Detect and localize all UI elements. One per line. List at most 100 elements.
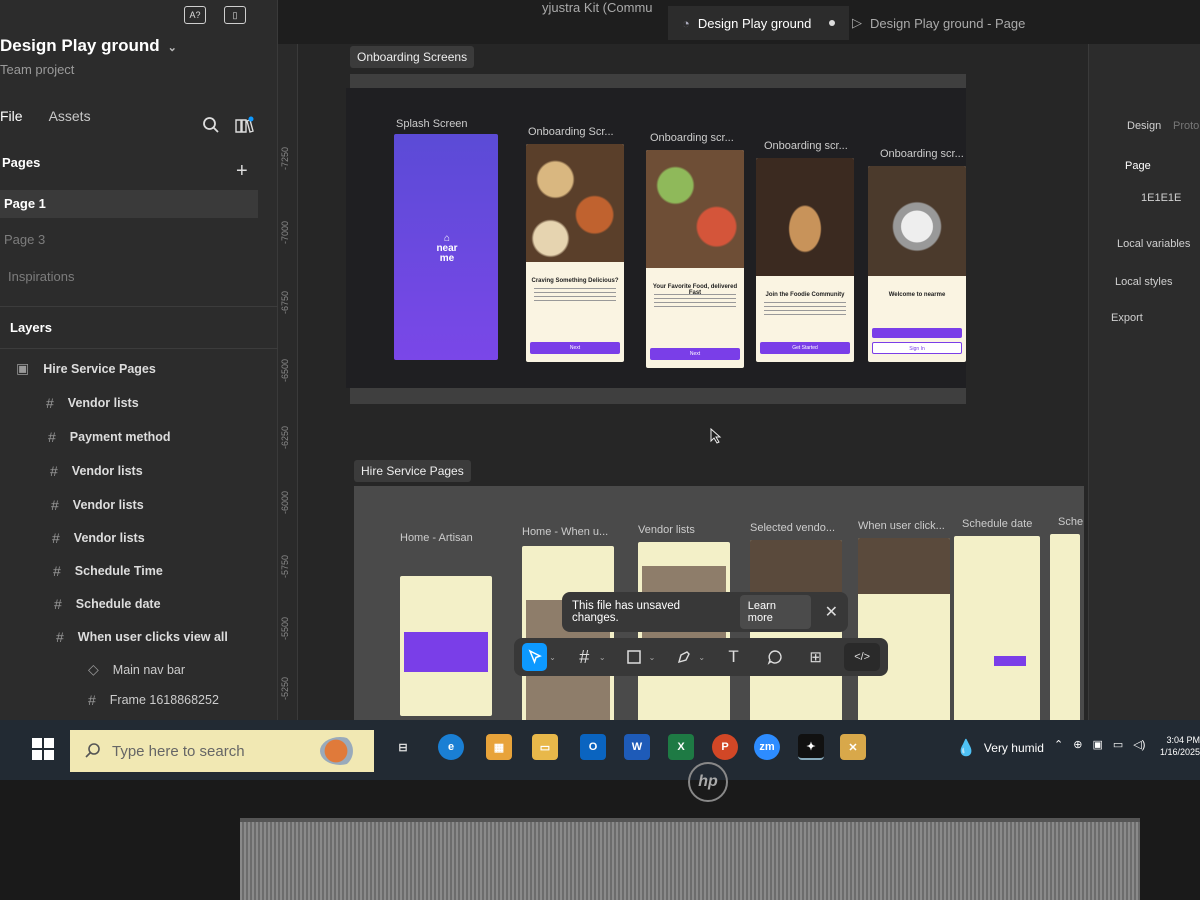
layer-item[interactable]: # Vendor lists [51,497,144,513]
food-photo [526,144,624,262]
page-color-value[interactable]: 1E1E1E [1141,192,1181,204]
tab-file[interactable]: File [0,108,23,124]
chevron-down-icon[interactable]: ⌄ [599,653,606,662]
word-icon[interactable]: W [624,734,650,760]
text-tool-button[interactable]: T [721,643,746,671]
chevron-down-icon[interactable]: ⌄ [549,653,556,662]
volume-icon[interactable]: ◁) [1133,738,1145,751]
section-label-hire[interactable]: Hire Service Pages [354,460,471,482]
local-variables-link[interactable]: Local variables [1117,238,1190,250]
frame-label[interactable]: Home - When u... [522,526,608,538]
layer-item[interactable]: # Vendor lists [46,395,139,411]
rectangle-tool-button[interactable] [622,643,647,671]
onboarding-section[interactable]: Splash Screen ⌂ near me Onboarding Scr...… [346,74,966,404]
layer-label: Vendor lists [73,531,145,545]
weather-widget[interactable]: 💧 Very humid [956,738,1044,758]
taskbar-clock[interactable]: 3:04 PM 1/16/2025 [1160,734,1200,758]
hire-screen-schedule-date[interactable] [954,536,1040,736]
mouse-cursor-icon [710,428,722,444]
layer-child[interactable]: # Frame 1618868252 [88,692,219,708]
onboarding-screen-4[interactable]: Welcome to nearme Sign In [868,166,966,362]
onboarding-screen-3[interactable]: Join the Foodie Community Get Started [756,158,854,362]
layer-item[interactable]: # Vendor lists [50,463,143,479]
frame-label[interactable]: Onboarding scr... [764,140,848,152]
weather-text: Very humid [983,741,1044,755]
tab-design[interactable]: Design [1127,120,1161,132]
pen-tool-button[interactable] [671,643,696,671]
library-icon[interactable] [234,116,254,134]
app-icon[interactable]: ✕ [840,734,866,760]
frame-label[interactable]: Sche [1058,516,1083,528]
chevron-up-icon[interactable]: ⌃ [1054,738,1063,751]
frame-label[interactable]: Splash Screen [396,118,468,130]
edge-browser-icon[interactable]: e [438,734,464,760]
network-icon[interactable]: ▣ [1092,738,1102,751]
dev-mode-button[interactable]: </> [844,643,881,671]
ai-text-icon[interactable]: A? [184,6,206,24]
frame-label[interactable]: Onboarding scr... [650,132,734,144]
rectangle-icon [627,650,641,664]
zoom-icon[interactable]: zm [754,734,780,760]
add-page-plus-icon[interactable]: + [236,160,248,183]
globe-icon[interactable]: ⊕ [1073,738,1082,751]
layer-item[interactable]: # Payment method [48,429,171,445]
tab-assets[interactable]: Assets [49,108,91,124]
frame-label[interactable]: Vendor lists [638,524,695,536]
layer-item[interactable]: # Schedule date [54,596,161,612]
powerpoint-icon[interactable]: P [712,734,738,760]
file-tab-page[interactable]: ▷ Design Play ground - Page [838,6,1039,40]
store-icon[interactable]: ▦ [486,734,512,760]
frame-label[interactable]: Onboarding scr... [880,148,964,160]
page-item-inspirations[interactable]: Inspirations [4,263,262,291]
frame-label[interactable]: Selected vendo... [750,522,835,534]
code-brackets-icon: </> [854,651,871,663]
task-view-icon[interactable]: ⊟ [390,734,416,760]
local-styles-link[interactable]: Local styles [1115,276,1172,288]
onboarding-screen-2[interactable]: Your Favorite Food, delivered Fast Next [646,150,744,368]
hire-screen-home[interactable] [400,576,492,716]
section-label-onboarding[interactable]: Onboarding Screens [350,46,475,68]
frame-tool-button[interactable]: # [572,643,597,671]
search-icon[interactable] [202,116,220,134]
ruler-tick: -6500 [280,358,290,382]
frame-label[interactable]: Onboarding Scr... [528,126,614,138]
layer-hire-service-pages[interactable]: ▣ Hire Service Pages [16,360,156,377]
battery-icon[interactable]: ▭ [1113,738,1123,751]
clock-date: 1/16/2025 [1160,747,1200,757]
chevron-down-icon[interactable]: ⌄ [698,653,705,662]
move-tool-button[interactable] [522,643,548,671]
ruler-tick: -5750 [280,554,290,578]
comment-tool-button[interactable] [762,643,787,671]
layer-label: Vendor lists [71,464,143,478]
project-title[interactable]: Design Play ground ⌄ [0,36,177,56]
layer-item[interactable]: # Vendor lists [52,530,145,546]
figma-taskbar-icon[interactable]: ✦ [798,734,824,760]
file-explorer-icon[interactable]: ▭ [532,734,558,760]
actions-button[interactable]: ⊞ [803,643,828,671]
layer-item[interactable]: # Schedule Time [53,563,163,579]
layer-child[interactable]: ◇ Main nav bar [88,661,185,678]
onboarding-screen-1[interactable]: Craving Something Delicious? Next [526,144,624,362]
layer-item[interactable]: # When user clicks view all [56,629,228,645]
splash-screen-frame[interactable]: ⌂ near me [394,134,498,360]
export-section[interactable]: Export [1111,312,1143,324]
panel-divider [0,348,278,349]
page-item-page-1[interactable]: Page 1 [0,190,258,218]
taskbar-search-box[interactable]: Type here to search [70,730,374,772]
hire-screen-schedule-cut[interactable] [1050,534,1080,734]
chevron-down-icon[interactable]: ⌄ [649,653,656,662]
frame-label[interactable]: When user click... [858,520,945,532]
panel-toggle-icon[interactable]: ▯ [224,6,246,24]
layer-label: Hire Service Pages [43,361,156,376]
frame-label[interactable]: Home - Artisan [400,532,473,544]
tab-prototype[interactable]: Proto [1173,120,1199,132]
file-tab-community-kit[interactable]: yjustra Kit (Commu [528,0,667,24]
file-tab-active[interactable]: ◔ Design Play ground [668,6,850,40]
outlook-icon[interactable]: O [580,734,606,760]
close-icon[interactable]: ✕ [825,602,838,622]
windows-start-icon[interactable] [32,738,54,760]
learn-more-button[interactable]: Learn more [739,595,811,629]
excel-icon[interactable]: X [668,734,694,760]
frame-label[interactable]: Schedule date [962,518,1032,530]
page-item-page-3[interactable]: Page 3 [0,226,258,254]
